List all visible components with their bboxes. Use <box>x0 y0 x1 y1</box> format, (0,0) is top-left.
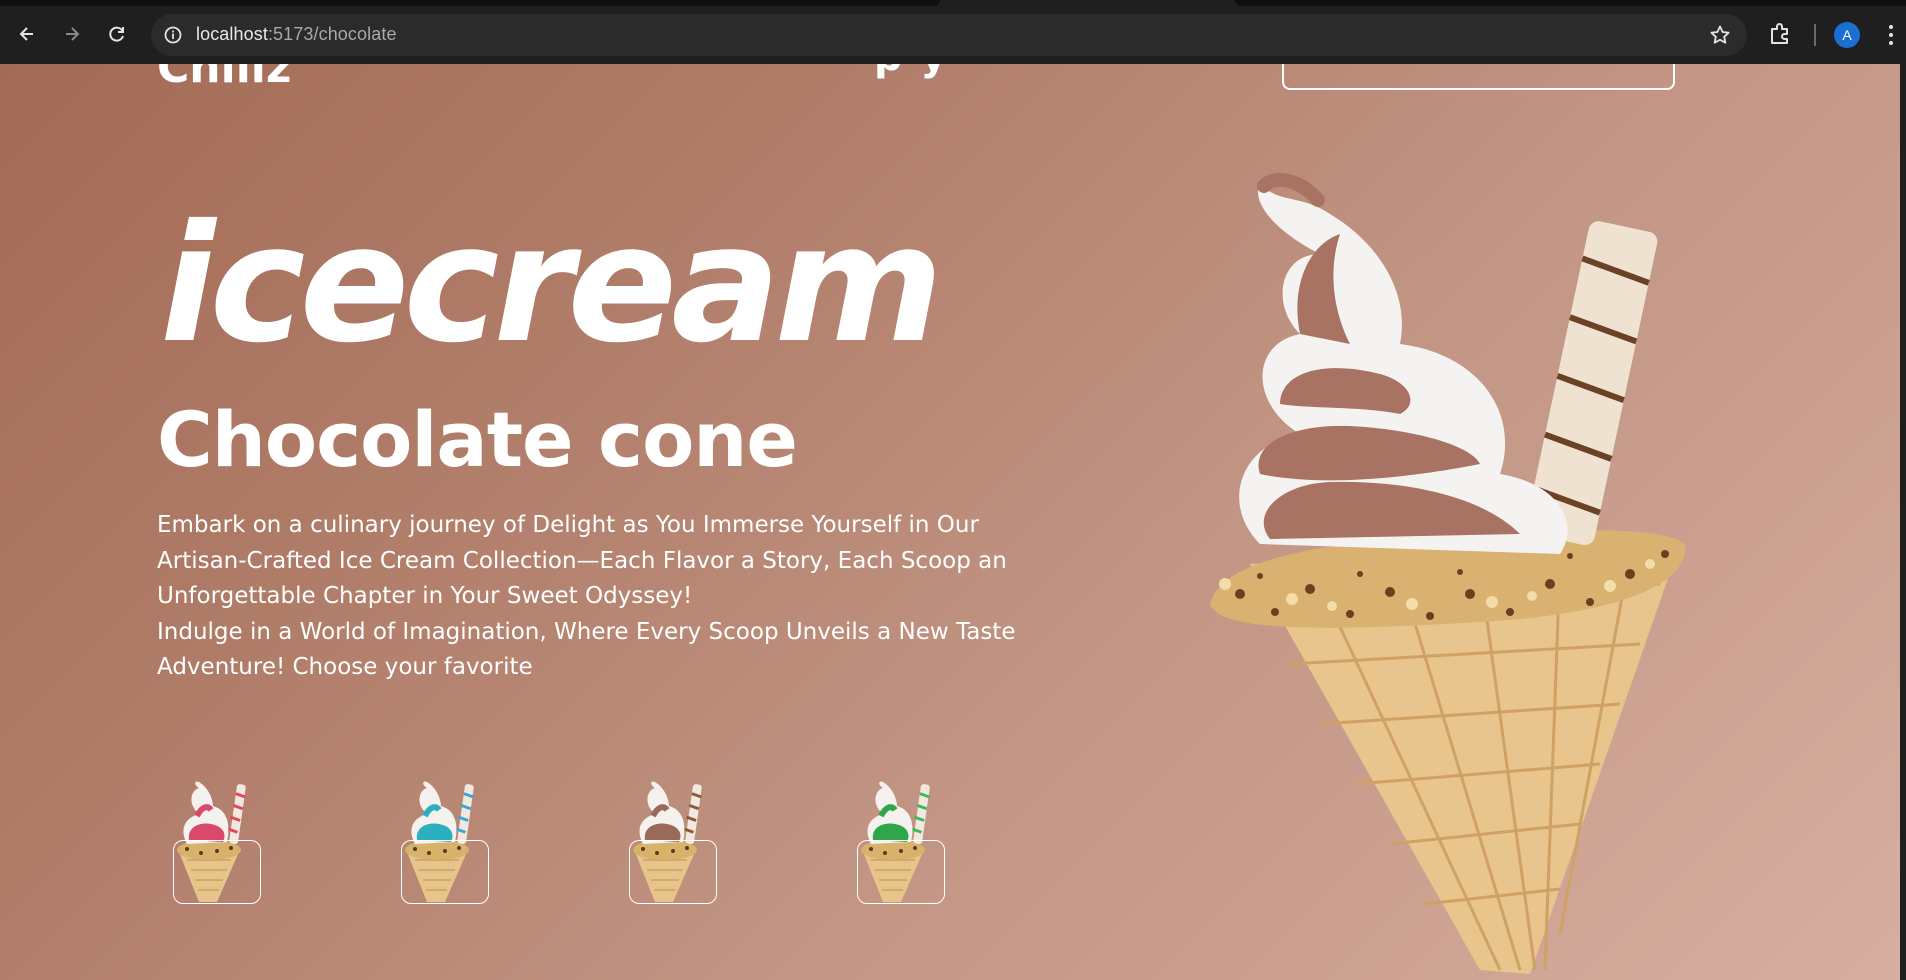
forward-button[interactable] <box>57 19 87 49</box>
back-button[interactable] <box>12 19 42 49</box>
page-viewport: Chillz p y icecream Chocolate cone Embar… <box>0 64 1906 980</box>
flavor-thumb-chocolate[interactable] <box>613 754 717 904</box>
address-bar[interactable]: localhost:5173/chocolate <box>151 14 1747 56</box>
site-info-icon[interactable] <box>163 25 183 45</box>
reload-button[interactable] <box>102 19 132 49</box>
url-text[interactable]: localhost:5173/chocolate <box>196 24 397 45</box>
forward-icon <box>66 27 80 41</box>
thumb-frame <box>173 840 261 904</box>
thumb-frame <box>401 840 489 904</box>
window-edge <box>1900 64 1906 980</box>
chocolate-cone-hero-image <box>1210 172 1686 974</box>
profile-avatar[interactable]: A <box>1834 22 1860 48</box>
reload-icon <box>109 26 124 42</box>
bookmark-star-icon[interactable] <box>1709 24 1731 46</box>
flavor-thumb-strawberry[interactable] <box>157 754 261 904</box>
header-outline-button[interactable] <box>1282 64 1675 90</box>
kebab-menu-icon[interactable] <box>1880 20 1902 50</box>
script-title: icecream <box>160 191 943 379</box>
browser-chrome: localhost:5173/chocolate A <box>0 0 1906 70</box>
url-host: localhost <box>196 24 268 44</box>
hero-description: Embark on a culinary journey of Delight … <box>157 508 1027 686</box>
flavor-thumb-blue[interactable] <box>385 754 489 904</box>
back-icon <box>19 27 33 41</box>
url-path: :5173/chocolate <box>267 24 397 44</box>
nav-links-peek[interactable]: p y <box>874 64 949 80</box>
toolbar-separator <box>1814 24 1816 46</box>
thumb-frame <box>629 840 717 904</box>
browser-toolbar: localhost:5173/chocolate A <box>0 6 1906 64</box>
description-paragraph-2: Indulge in a World of Imagination, Where… <box>157 618 1016 681</box>
thumb-frame <box>857 840 945 904</box>
brand-logo[interactable]: Chillz <box>157 64 291 93</box>
page-title: Chocolate cone <box>157 395 798 484</box>
description-paragraph-1: Embark on a culinary journey of Delight … <box>157 512 1007 609</box>
extensions-icon[interactable] <box>1766 20 1794 48</box>
flavor-thumb-mint[interactable] <box>841 754 945 904</box>
